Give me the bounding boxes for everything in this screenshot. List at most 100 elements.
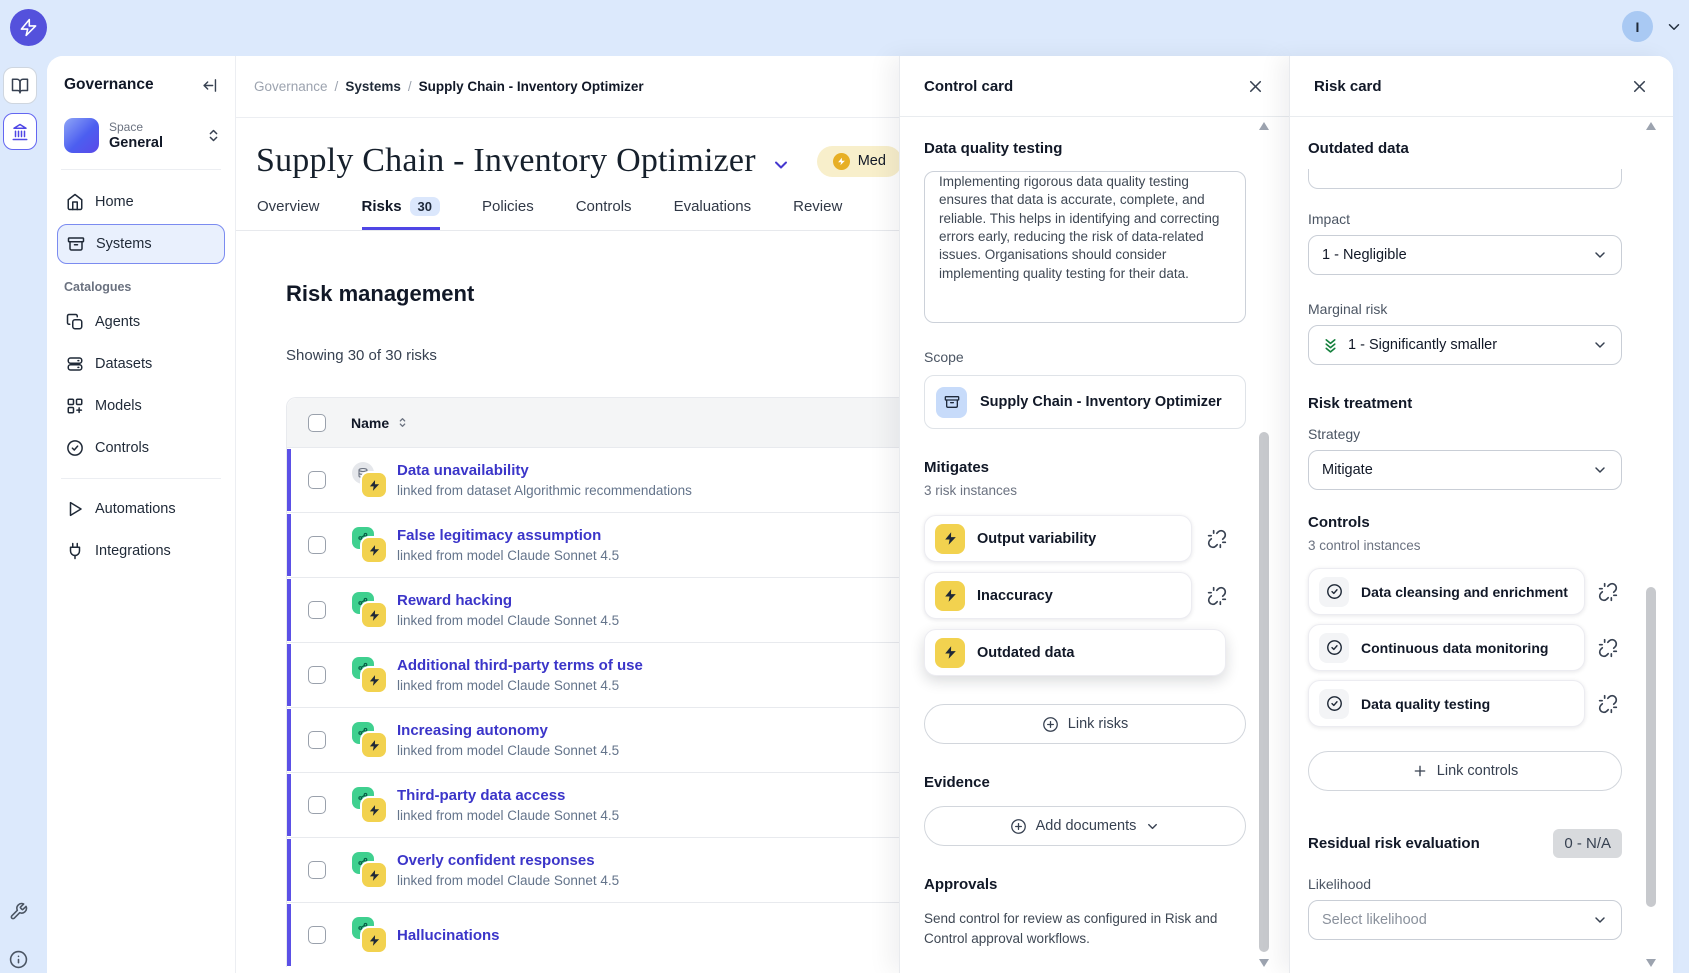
scroll-down-arrow[interactable]: [1259, 959, 1269, 967]
sidebar-item-agents[interactable]: Agents: [57, 302, 225, 342]
severity-badge[interactable]: Med: [817, 146, 902, 177]
strategy-select[interactable]: Mitigate: [1308, 450, 1622, 490]
risk-link[interactable]: Third-party data access: [397, 787, 619, 804]
sort-icon[interactable]: [396, 416, 409, 429]
sidebar-title: Governance: [64, 76, 154, 94]
app-logo[interactable]: [10, 9, 47, 46]
linked-risk-card[interactable]: Inaccuracy: [924, 572, 1192, 619]
table-row[interactable]: Data unavailability linked from dataset …: [287, 447, 941, 512]
risk-link[interactable]: Overly confident responses: [397, 852, 619, 869]
unlink-icon[interactable]: [1598, 582, 1618, 602]
risk-bolt-icon: [362, 668, 386, 692]
tab-evaluations[interactable]: Evaluations: [674, 197, 752, 230]
space-selector[interactable]: Space General: [47, 110, 235, 169]
tab-review[interactable]: Review: [793, 197, 842, 230]
risk-linked-from: linked from model Claude Sonnet 4.5: [397, 613, 619, 628]
breadcrumb-item[interactable]: Governance: [254, 79, 328, 94]
row-checkbox[interactable]: [308, 796, 326, 814]
linked-control-card[interactable]: Continuous data monitoring: [1308, 624, 1585, 671]
impact-select[interactable]: 1 - Negligible: [1308, 235, 1622, 275]
library-rail-button[interactable]: [3, 67, 37, 104]
risk-panel-scrollbar[interactable]: [1646, 122, 1656, 967]
risk-card-panel: Risk card Outdated data Impact 1 - Negli…: [1289, 56, 1673, 973]
title-chevron-down-icon[interactable]: [771, 155, 791, 175]
sidebar-item-models[interactable]: Models: [57, 386, 225, 426]
row-checkbox[interactable]: [308, 536, 326, 554]
risk-bolt-icon: [935, 581, 965, 611]
unlink-icon[interactable]: [1598, 694, 1618, 714]
sidebar-item-integrations[interactable]: Integrations: [57, 531, 225, 571]
info-icon[interactable]: [9, 950, 28, 969]
unlink-icon[interactable]: [1207, 586, 1227, 606]
table-row[interactable]: Overly confident responses linked from m…: [287, 837, 941, 902]
tab-risks[interactable]: Risks 30: [362, 197, 441, 230]
marginal-risk-value: 1 - Significantly smaller: [1348, 337, 1583, 353]
linked-control-card[interactable]: Data cleansing and enrichment: [1308, 568, 1585, 615]
table-row[interactable]: Third-party data access linked from mode…: [287, 772, 941, 837]
user-avatar[interactable]: I: [1622, 11, 1653, 42]
control-panel-scrollbar[interactable]: [1259, 122, 1269, 967]
risk-link[interactable]: Increasing autonomy: [397, 722, 619, 739]
table-row[interactable]: False legitimacy assumption linked from …: [287, 512, 941, 577]
collapse-sidebar-icon[interactable]: [202, 77, 219, 94]
sidebar-item-label: Controls: [95, 440, 149, 456]
scroll-down-arrow[interactable]: [1646, 959, 1656, 967]
row-checkbox[interactable]: [308, 926, 326, 944]
control-description-textarea[interactable]: Implementing rigorous data quality testi…: [924, 171, 1246, 323]
table-row[interactable]: Additional third-party terms of use link…: [287, 642, 941, 707]
unlink-icon[interactable]: [1598, 638, 1618, 658]
breadcrumb-item[interactable]: Systems: [345, 79, 401, 94]
risk-link[interactable]: Reward hacking: [397, 592, 619, 609]
strategy-label: Strategy: [1308, 426, 1655, 442]
add-documents-button[interactable]: Add documents: [924, 806, 1246, 846]
tab-label: Evaluations: [674, 198, 752, 215]
catalogues-section-label: Catalogues: [47, 266, 235, 300]
sidebar-item-datasets[interactable]: Datasets: [57, 344, 225, 384]
table-row[interactable]: Reward hacking linked from model Claude …: [287, 577, 941, 642]
sidebar-item-automations[interactable]: Automations: [57, 489, 225, 529]
likelihood-select[interactable]: Select likelihood: [1308, 900, 1622, 940]
row-checkbox[interactable]: [308, 601, 326, 619]
tab-overview[interactable]: Overview: [257, 197, 320, 230]
table-row[interactable]: Hallucinations: [287, 902, 941, 967]
sidebar-item-systems[interactable]: Systems: [57, 224, 225, 264]
sidebar-item-controls[interactable]: Controls: [57, 428, 225, 468]
tab-policies[interactable]: Policies: [482, 197, 534, 230]
marginal-risk-select[interactable]: 1 - Significantly smaller: [1308, 325, 1622, 365]
scroll-up-arrow[interactable]: [1259, 122, 1269, 130]
clipped-field[interactable]: [1308, 169, 1622, 189]
row-checkbox[interactable]: [308, 861, 326, 879]
close-icon[interactable]: [1630, 77, 1649, 96]
scope-item[interactable]: Supply Chain - Inventory Optimizer: [924, 375, 1246, 429]
risk-link[interactable]: False legitimacy assumption: [397, 527, 619, 544]
select-all-checkbox[interactable]: [308, 414, 326, 432]
linked-risk-card-selected[interactable]: Outdated data: [924, 629, 1226, 676]
risk-bolt-icon: [935, 524, 965, 554]
name-column-header[interactable]: Name: [351, 415, 389, 431]
check-circle-icon: [66, 439, 84, 457]
tools-icon[interactable]: [9, 902, 28, 921]
account-chevron-down-icon[interactable]: [1665, 18, 1683, 36]
linked-risk-card[interactable]: Output variability: [924, 515, 1192, 562]
risk-link[interactable]: Hallucinations: [397, 927, 500, 944]
governance-rail-button[interactable]: [3, 113, 37, 150]
scrollbar-thumb[interactable]: [1259, 432, 1269, 952]
risk-link[interactable]: Additional third-party terms of use: [397, 657, 643, 674]
row-checkbox[interactable]: [308, 471, 326, 489]
scroll-up-arrow[interactable]: [1646, 122, 1656, 130]
linked-control-card[interactable]: Data quality testing: [1308, 680, 1585, 727]
plug-icon: [66, 542, 84, 560]
row-checkbox[interactable]: [308, 731, 326, 749]
link-controls-button[interactable]: Link controls: [1308, 751, 1622, 791]
table-row[interactable]: Increasing autonomy linked from model Cl…: [287, 707, 941, 772]
scrollbar-thumb[interactable]: [1646, 587, 1656, 907]
risk-link[interactable]: Data unavailability: [397, 462, 692, 479]
space-label: Space: [109, 120, 196, 134]
unlink-icon[interactable]: [1207, 529, 1227, 549]
tab-controls[interactable]: Controls: [576, 197, 632, 230]
row-checkbox[interactable]: [308, 666, 326, 684]
link-risks-button[interactable]: Link risks: [924, 704, 1246, 744]
close-icon[interactable]: [1246, 77, 1265, 96]
page-title: Supply Chain - Inventory Optimizer: [256, 142, 756, 180]
sidebar-item-home[interactable]: Home: [57, 182, 225, 222]
